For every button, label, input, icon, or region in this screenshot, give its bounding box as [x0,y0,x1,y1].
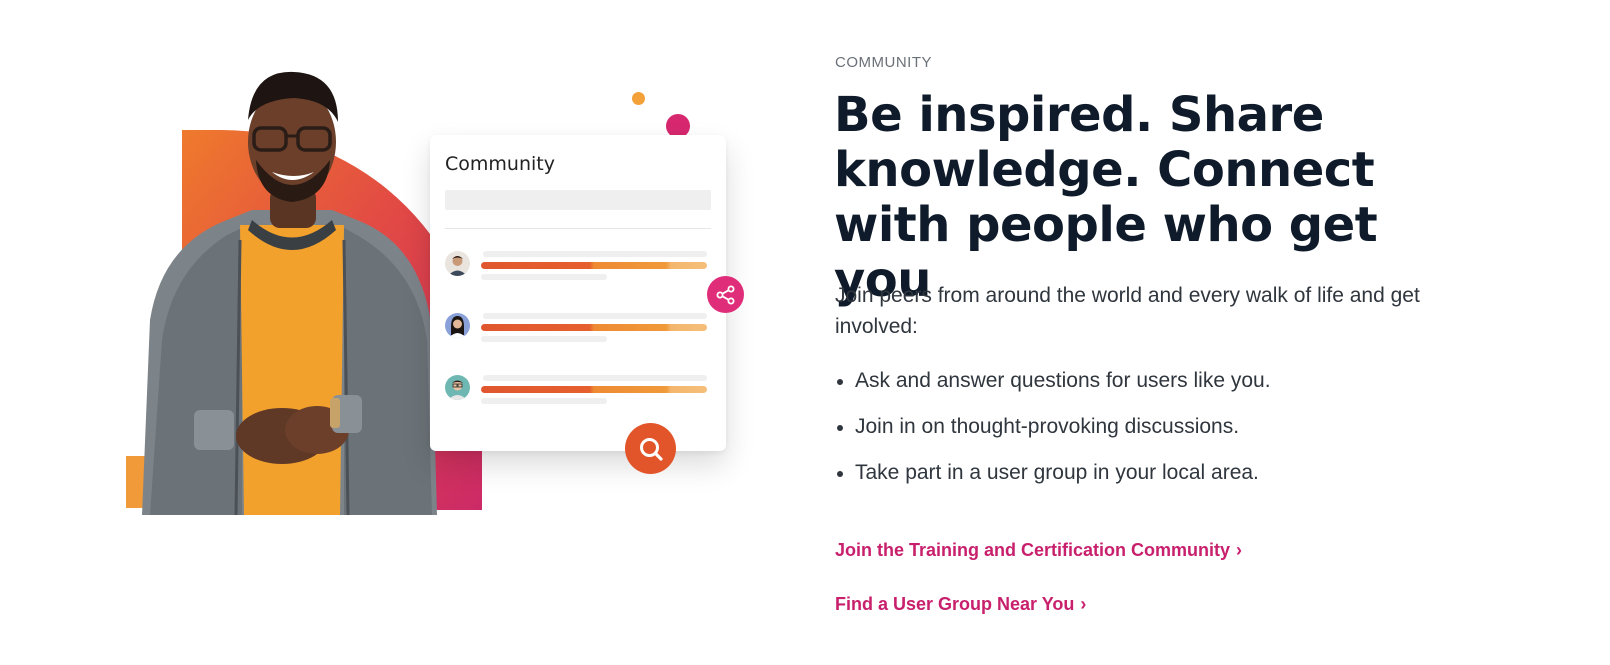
row-line-bottom [481,274,607,280]
chevron-right-icon: › [1080,594,1087,614]
row-progress-bar [481,262,707,269]
section-eyebrow: COMMUNITY [835,54,932,71]
list-item: Take part in a user group in your local … [835,458,1271,488]
row-line-bottom [481,336,607,342]
join-community-link[interactable]: Join the Training and Certification Comm… [835,540,1242,561]
row-line-bottom [481,398,607,404]
row-line-top [483,375,707,381]
row-progress-bar [481,386,707,393]
share-icon [707,276,744,313]
avatar [445,313,470,338]
avatar [445,251,470,276]
row-line-top [483,251,707,257]
card-row [445,249,711,295]
community-card: Community [430,135,726,451]
page-title: Be inspired. Share knowledge. Connect wi… [834,87,1378,308]
card-search-bar [445,190,711,210]
community-hero: Community COMMUNITY Be inspired. Share k… [0,0,1610,665]
card-row [445,311,711,357]
community-illustration: Community [120,70,770,515]
card-divider [445,228,711,229]
chevron-right-icon: › [1236,540,1243,560]
orange-dot [632,92,645,105]
intro-text: Join peers from around the world and eve… [835,284,1420,338]
list-item: Join in on thought-provoking discussions… [835,412,1271,442]
row-line-top [483,313,707,319]
card-title: Community [445,153,555,175]
list-item: Ask and answer questions for users like … [835,366,1271,396]
link-label: Join the Training and Certification Comm… [835,540,1231,560]
link-label: Find a User Group Near You [835,594,1075,614]
search-icon [625,423,676,474]
card-row [445,373,711,419]
person-photo [142,71,437,515]
benefits-list: Ask and answer questions for users like … [835,366,1271,504]
row-progress-bar [481,324,707,331]
find-user-group-link[interactable]: Find a User Group Near You › [835,594,1086,615]
avatar [445,375,470,400]
